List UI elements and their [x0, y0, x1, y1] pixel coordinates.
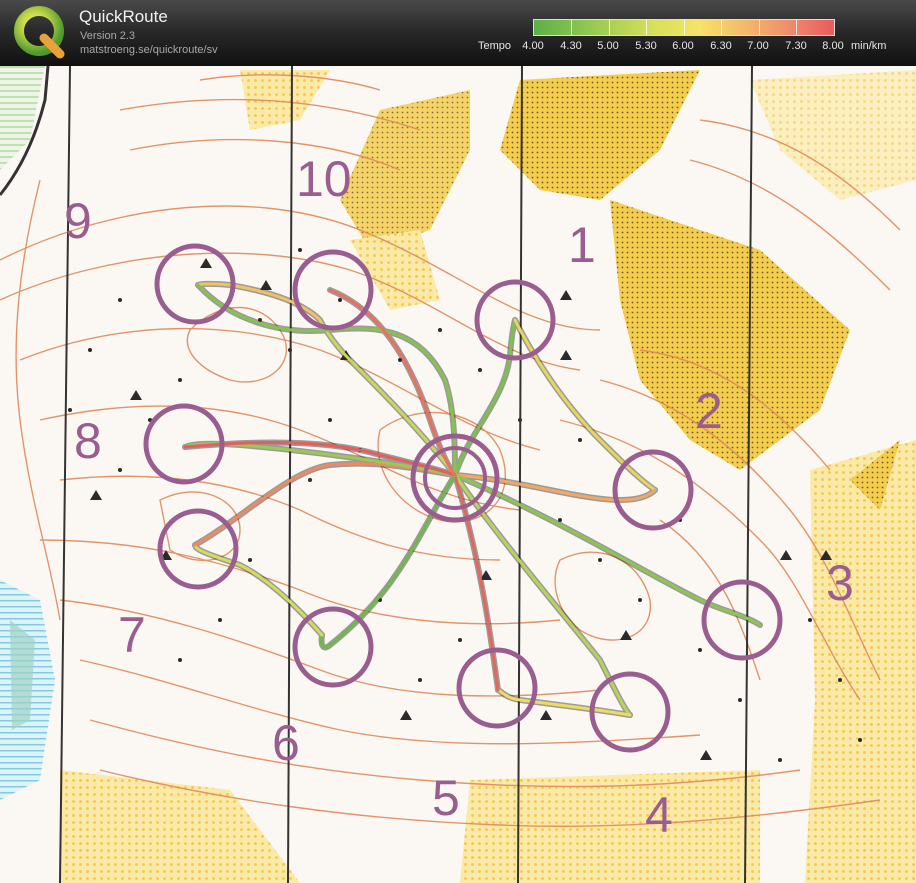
control-number: 8: [74, 413, 102, 469]
quickroute-window: QuickRoute Version 2.3 matstroeng.se/qui…: [0, 0, 916, 883]
tempo-value: 4.00: [522, 40, 544, 52]
tempo-color-scale: [533, 19, 835, 36]
tempo-value: 6.30: [710, 40, 732, 52]
tempo-value: 7.30: [785, 40, 807, 52]
tempo-value: 6.00: [672, 40, 694, 52]
control-number: 1: [568, 217, 596, 273]
app-version: Version 2.3: [80, 30, 136, 42]
tempo-value: 7.00: [747, 40, 769, 52]
control-number: 9: [64, 193, 92, 249]
control-number: 2: [695, 383, 723, 439]
quickroute-logo-icon: [14, 6, 65, 59]
tempo-value: 5.00: [597, 40, 619, 52]
control-number: 4: [645, 787, 673, 843]
control-number: 3: [826, 555, 854, 611]
control-number: 5: [432, 770, 460, 826]
tempo-label: Tempo: [478, 40, 512, 52]
tempo-unit: min/km: [851, 40, 887, 52]
header-bar: QuickRoute Version 2.3 matstroeng.se/qui…: [0, 0, 916, 66]
app-title: QuickRoute: [79, 7, 168, 26]
tempo-value: 4.30: [560, 40, 582, 52]
tempo-value: 5.30: [635, 40, 657, 52]
orienteering-map[interactable]: 1 2 3 4 5 6 7 8 9 10: [0, 66, 916, 883]
control-number: 7: [118, 607, 146, 663]
control-number: 6: [272, 715, 300, 771]
control-number: 10: [296, 151, 352, 207]
tempo-value: 8.00: [822, 40, 844, 52]
app-url[interactable]: matstroeng.se/quickroute/sv: [80, 44, 218, 56]
